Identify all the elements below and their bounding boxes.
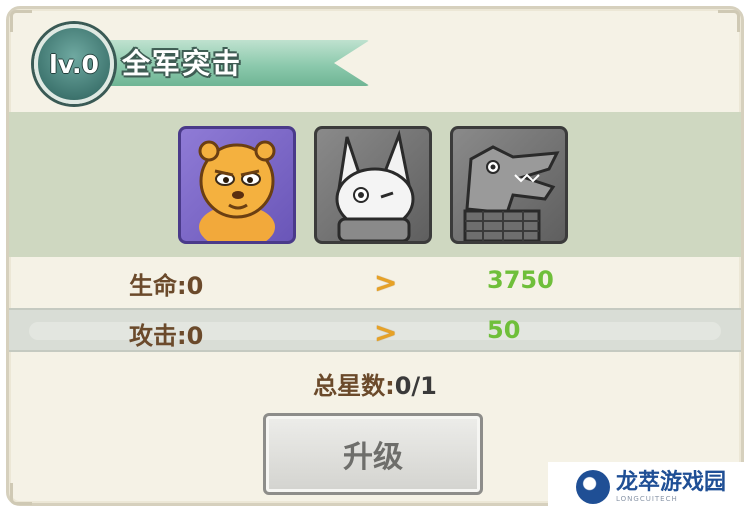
chevron-right-icon: > (374, 316, 398, 349)
chevron-right-icon: > (374, 266, 398, 299)
level-badge: lv.0 (34, 24, 114, 104)
panel-corner-ornament (10, 483, 32, 505)
total-stars-label: 总星数: (313, 372, 395, 400)
crocodile-portrait-icon (463, 145, 560, 241)
level-text: lv.0 (49, 49, 99, 79)
attack-current-label: 攻击:0 (129, 322, 204, 350)
attack-next-value: 50 (487, 316, 521, 344)
stat-row-attack: 攻击:0 > 50 (9, 308, 741, 352)
panel-corner-ornament (10, 10, 32, 32)
watermark-url: LONGCUITECH (616, 495, 678, 503)
watermark-name: 龙萃游戏园 (616, 470, 727, 495)
rabbit-hero-card[interactable] (314, 126, 432, 244)
watermark-logo-icon (576, 470, 610, 504)
hp-next-value: 3750 (487, 266, 554, 294)
skill-title: 全军突击 (122, 47, 243, 80)
stat-row-hp: 生命:0 > 3750 (9, 260, 741, 304)
total-stars-value: 0/1 (394, 372, 437, 400)
total-stars: 总星数:0/1 (0, 366, 750, 401)
crocodile-hero-card[interactable] (450, 126, 568, 244)
site-watermark: 龙萃游戏园 LONGCUITECH (548, 462, 748, 512)
rabbit-portrait-icon (335, 129, 415, 241)
hamster-portrait-icon (198, 140, 276, 241)
panel-corner-ornament (718, 10, 740, 32)
hamster-hero-card[interactable] (178, 126, 296, 244)
hp-current-label: 生命:0 (129, 272, 204, 300)
upgrade-button[interactable]: 升级 (263, 413, 483, 495)
